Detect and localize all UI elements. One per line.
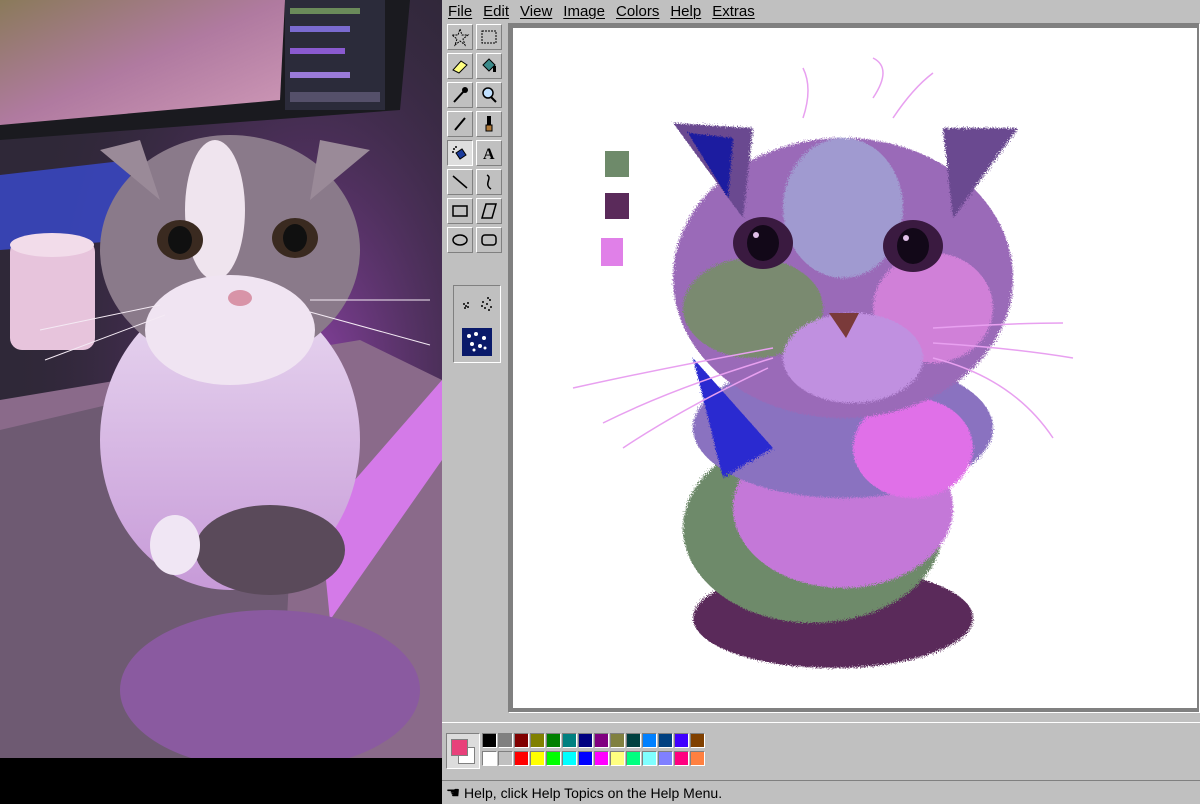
palette-color-swatch[interactable] [642,733,657,748]
status-bar: ☚ Help, click Help Topics on the Help Me… [442,780,1200,804]
menu-bar: File Edit View Image Colors Help Extras [442,0,1200,22]
help-cursor-icon: ☚ [445,784,461,802]
sample-pink-swatch [601,238,623,266]
drawing-canvas[interactable] [513,28,1197,708]
pencil-icon [454,117,466,131]
eyedropper-icon [453,87,468,103]
palette-color-swatch[interactable] [658,733,673,748]
magnifier-tool[interactable] [476,82,502,108]
palette-color-swatch[interactable] [642,751,657,766]
airbrush-size-small-icon[interactable] [463,302,469,309]
menu-edit[interactable]: Edit [477,3,514,20]
star-select-icon [450,27,470,47]
polygon-tool[interactable] [476,198,502,224]
text-tool[interactable]: A [476,140,502,166]
palette-color-swatch[interactable] [674,751,689,766]
ellipse-tool[interactable] [447,227,473,253]
palette-color-swatch[interactable] [562,751,577,766]
airbrush-icon [452,146,467,160]
current-colors-indicator[interactable] [446,733,480,769]
rect-select-tool[interactable] [476,24,502,50]
rounded-rectangle-icon [481,234,497,246]
palette-color-swatch[interactable] [690,733,705,748]
menu-view[interactable]: View [514,3,557,20]
curve-tool[interactable] [476,169,502,195]
menu-extras[interactable]: Extras [706,3,760,20]
line-tool[interactable] [447,169,473,195]
foreground-color-swatch[interactable] [451,739,468,756]
rounded-rect-tool[interactable] [476,227,502,253]
magnifier-icon [482,87,497,103]
menu-colors[interactable]: Colors [610,3,664,20]
fill-tool[interactable] [476,53,502,79]
palette-color-swatch[interactable] [690,751,705,766]
paint-app-window: File Edit View Image Colors Help Extras [442,0,1200,804]
palette-color-swatch[interactable] [658,751,673,766]
palette-color-swatch[interactable] [578,733,593,748]
palette-color-swatch[interactable] [514,733,529,748]
curve-icon [486,174,492,190]
menu-help[interactable]: Help [664,3,706,20]
eraser-icon [452,60,468,74]
palette-color-swatch[interactable] [546,733,561,748]
polygon-icon [481,203,497,219]
rect-select-icon [481,30,497,44]
line-icon [452,175,468,189]
palette-color-swatch[interactable] [530,751,545,766]
airbrush-size-large-icon[interactable] [462,328,492,356]
airbrush-size-medium-icon[interactable] [481,297,492,311]
fill-bucket-icon [482,58,496,72]
pencil-tool[interactable] [447,111,473,137]
palette-color-swatch[interactable] [610,751,625,766]
reference-photo [0,0,442,758]
palette-color-swatch[interactable] [562,733,577,748]
palette-color-swatch[interactable] [482,751,497,766]
palette-color-swatch[interactable] [626,733,641,748]
sample-green-swatch [605,151,629,177]
palette-color-swatch[interactable] [514,751,529,766]
canvas-frame [508,23,1200,713]
airbrush-tool[interactable] [447,140,473,166]
palette-color-swatch[interactable] [498,751,513,766]
palette-color-swatch[interactable] [546,751,561,766]
palette-color-swatch[interactable] [610,733,625,748]
cat-painting-artwork [572,57,1074,668]
brush-tool[interactable] [476,111,502,137]
palette-color-swatch[interactable] [482,733,497,748]
palette-color-swatch[interactable] [674,733,689,748]
palette-color-swatch[interactable] [578,751,593,766]
brush-icon [485,116,493,132]
palette-color-swatch[interactable] [498,733,513,748]
cat-photo-image [0,0,442,758]
menu-image[interactable]: Image [557,3,610,20]
ellipse-icon [452,234,468,246]
eraser-tool[interactable] [447,53,473,79]
photo-black-strip [0,758,442,803]
toolbox: A [444,23,508,703]
text-icon: A [483,146,495,163]
status-text: Help, click Help Topics on the Help Menu… [464,784,723,801]
menu-file[interactable]: File [442,3,477,20]
palette-color-swatch[interactable] [594,751,609,766]
rectangle-icon [452,205,468,217]
free-select-tool[interactable] [447,24,473,50]
palette-color-swatch[interactable] [530,733,545,748]
palette-color-swatch[interactable] [626,751,641,766]
svg-text:A: A [483,146,495,163]
tool-options-panel [453,285,501,363]
sample-purple-swatch [605,193,629,219]
rectangle-tool[interactable] [447,198,473,224]
airbrush-size-options [462,297,492,356]
pick-color-tool[interactable] [447,82,473,108]
color-palette-area [442,722,1200,778]
palette-color-swatch[interactable] [594,733,609,748]
